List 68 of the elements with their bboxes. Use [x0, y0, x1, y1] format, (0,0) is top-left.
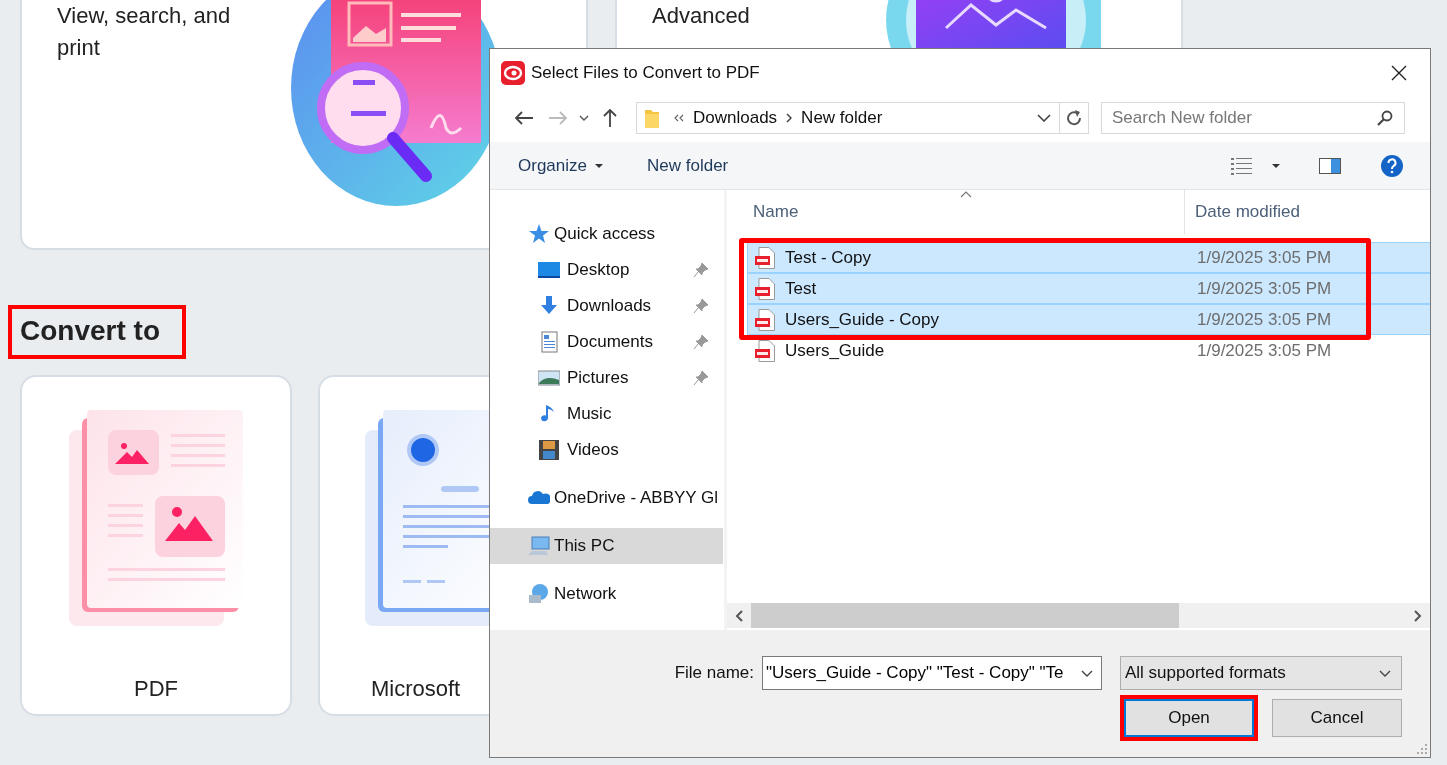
star-icon [528, 223, 550, 245]
nav-item[interactable]: Quick access [490, 216, 723, 252]
caret-icon [579, 115, 589, 121]
desktop-icon [538, 259, 560, 281]
chevron-left-icon [735, 609, 743, 622]
file-row[interactable]: Users_Guide - Copy 1/9/2025 3:05 PM [747, 304, 1430, 335]
videos-icon [538, 439, 560, 461]
file-row[interactable]: Users_Guide 1/9/2025 3:05 PM [747, 335, 1430, 366]
documents-icon [538, 331, 560, 353]
format-card[interactable]: PDF [20, 375, 292, 716]
nav-item[interactable]: OneDrive - ABBYY Gl [490, 480, 723, 516]
chevron-icon [786, 113, 793, 123]
address-bar[interactable]: Downloads New folder [636, 102, 1060, 134]
caret-icon [1272, 163, 1280, 168]
pc-icon [528, 535, 550, 557]
file-type-dropdown[interactable]: All supported formats [1120, 656, 1402, 690]
breadcrumb[interactable]: Downloads [693, 108, 778, 128]
caret-icon [1379, 669, 1391, 677]
right-arrow-icon [548, 110, 568, 126]
folder-icon [645, 108, 659, 128]
cancel-button[interactable]: Cancel [1272, 699, 1402, 737]
column-header[interactable]: Date modified [1185, 190, 1300, 234]
dropdown-caret-icon[interactable] [1037, 114, 1051, 122]
chevron-right-icon [1414, 609, 1422, 622]
nav-item[interactable]: Network [490, 576, 723, 612]
dialog-title: Select Files to Convert to PDF [531, 62, 760, 83]
refresh-button[interactable] [1060, 102, 1089, 134]
nav-item[interactable]: Desktop [490, 252, 723, 288]
refresh-icon [1065, 109, 1083, 127]
details-view-icon [1231, 156, 1253, 175]
pictures-icon [538, 367, 560, 389]
file-name-field[interactable]: "Users_Guide - Copy" "Test - Copy" "Te [762, 656, 1102, 690]
format-card[interactable]: Microsoft [318, 375, 490, 716]
caret-icon [595, 163, 603, 168]
sort-caret-icon [960, 191, 972, 198]
nav-item[interactable]: Downloads [490, 288, 723, 324]
preview-pane-icon [1319, 157, 1341, 174]
file-row[interactable]: Test - Copy 1/9/2025 3:05 PM [747, 242, 1430, 273]
nav-item[interactable]: Documents [490, 324, 723, 360]
file-row[interactable]: Test 1/9/2025 3:05 PM [747, 273, 1430, 304]
breadcrumb[interactable]: New folder [801, 108, 883, 128]
card-description: View, search, and print [57, 2, 232, 62]
nav-item[interactable]: Pictures [490, 360, 723, 396]
caret-icon[interactable] [1081, 670, 1093, 677]
section-heading: Convert to [8, 305, 186, 359]
help-icon [1380, 153, 1404, 178]
network-icon [528, 583, 550, 605]
pdf-file-icon [755, 246, 775, 269]
nav-item[interactable]: Videos [490, 432, 723, 468]
double-chevron-icon [674, 114, 684, 122]
search-icon [1377, 110, 1393, 126]
nav-item[interactable]: This PC [490, 528, 723, 564]
search-field[interactable]: Search New folder [1101, 102, 1405, 134]
card-description: Advanced [652, 2, 751, 30]
organize-button[interactable]: Organize [508, 151, 613, 180]
column-header[interactable]: Name [753, 190, 1185, 234]
pdf-file-icon [755, 339, 775, 362]
field-label: File name: [674, 663, 754, 683]
app-logo-icon [501, 60, 525, 85]
scrollbar-thumb[interactable] [751, 603, 1179, 628]
up-arrow-icon [602, 108, 618, 128]
nav-item[interactable]: Music [490, 396, 723, 432]
left-arrow-icon [514, 110, 534, 126]
close-icon [1391, 64, 1407, 81]
pdf-file-icon [755, 277, 775, 300]
resize-grip-icon [1417, 744, 1427, 754]
new-folder-button[interactable]: New folder [637, 151, 739, 180]
pdf-file-icon [755, 308, 775, 331]
